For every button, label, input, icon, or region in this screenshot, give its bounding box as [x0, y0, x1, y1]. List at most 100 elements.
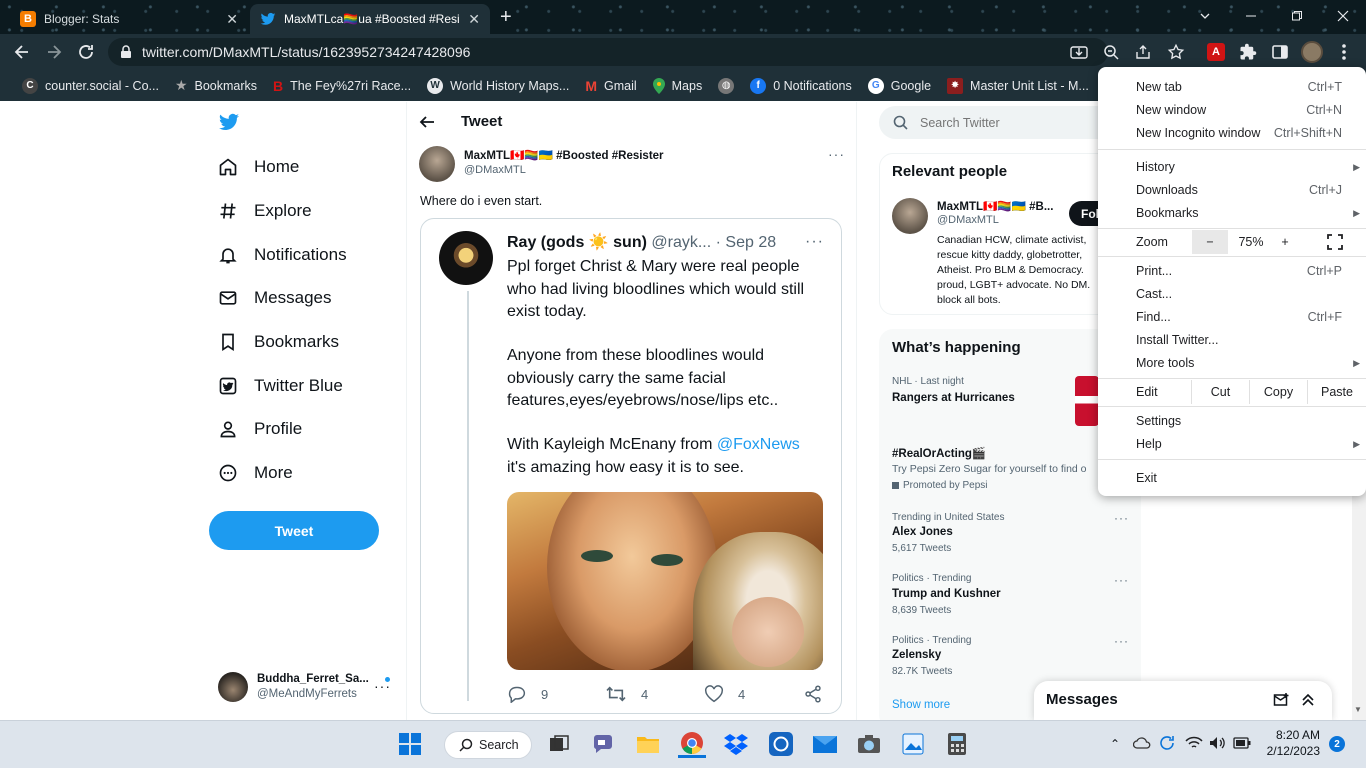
menu-install-twitter[interactable]: Install Twitter...: [1136, 329, 1366, 351]
bookmark-gmail[interactable]: M Gmail: [577, 73, 644, 99]
nav-twitter-blue[interactable]: Twitter Blue: [218, 376, 343, 396]
trend-title[interactable]: Alex Jones: [892, 526, 953, 538]
tweet-button[interactable]: Tweet: [209, 511, 379, 550]
quoted-tweet-image[interactable]: Ray (gods ☀️ sun) @rayk... · Sep 28 ··· …: [420, 218, 842, 714]
bookmark-counter-social[interactable]: Ccounter.social - Co...: [14, 73, 167, 99]
scroll-down-icon[interactable]: ▼: [1354, 705, 1362, 714]
relevant-handle[interactable]: @DMaxMTL: [937, 214, 999, 226]
menu-downloads[interactable]: Downloads Ctrl+J: [1136, 179, 1366, 201]
side-panel-icon[interactable]: [1271, 43, 1289, 61]
account-avatar[interactable]: [218, 672, 248, 702]
file-explorer-icon[interactable]: [634, 730, 662, 758]
share-icon[interactable]: [1135, 44, 1153, 60]
install-app-icon[interactable]: [1070, 44, 1088, 60]
trend-title[interactable]: Zelensky: [892, 649, 941, 661]
profile-avatar[interactable]: [1301, 41, 1323, 63]
relevant-avatar[interactable]: [892, 198, 928, 234]
nav-more[interactable]: More: [218, 463, 293, 483]
bookmark-google[interactable]: G Google: [860, 73, 939, 99]
trend-more-icon[interactable]: ···: [1114, 634, 1129, 648]
menu-settings[interactable]: Settings: [1136, 410, 1366, 432]
author-handle[interactable]: @DMaxMTL: [464, 164, 526, 176]
photos-app-icon[interactable]: [899, 730, 927, 758]
trend-title[interactable]: Trump and Kushner: [892, 588, 1001, 600]
nav-messages[interactable]: Messages: [218, 288, 331, 308]
bookmark-globe[interactable]: ◍: [710, 73, 742, 99]
menu-new-tab[interactable]: New tab Ctrl+T: [1136, 76, 1366, 98]
zoom-in-button[interactable]: +: [1274, 230, 1296, 254]
new-tab-button[interactable]: +: [500, 6, 512, 29]
fullscreen-icon[interactable]: [1327, 234, 1343, 250]
tab-search-icon[interactable]: [1182, 0, 1228, 32]
tab-blogger[interactable]: B Blogger: Stats ✕: [10, 4, 248, 34]
expand-drawer-icon[interactable]: [1300, 692, 1316, 708]
copy-button[interactable]: Copy: [1249, 380, 1307, 404]
back-icon[interactable]: [12, 42, 32, 62]
new-message-icon[interactable]: [1273, 692, 1290, 708]
author-avatar[interactable]: [419, 146, 455, 182]
chrome-taskbar-icon[interactable]: [678, 730, 706, 758]
menu-new-window[interactable]: New window Ctrl+N: [1136, 99, 1366, 121]
bookmark-feyri[interactable]: B The Fey%27ri Race...: [265, 73, 419, 99]
show-more-link[interactable]: Show more: [892, 699, 950, 711]
trend-title[interactable]: #RealOrActing🎬: [892, 446, 986, 460]
camera-app-icon[interactable]: [855, 730, 883, 758]
trend-more-icon[interactable]: ···: [1114, 511, 1129, 525]
zoom-icon[interactable]: [1103, 44, 1119, 60]
bookmark-maps[interactable]: Maps: [645, 73, 711, 99]
search-input[interactable]: [920, 115, 1090, 130]
twitter-logo-icon[interactable]: [218, 113, 240, 133]
signal-app-icon[interactable]: [767, 730, 795, 758]
lock-icon[interactable]: [120, 45, 132, 59]
trend-title[interactable]: Rangers at Hurricanes: [892, 392, 1015, 404]
account-name[interactable]: Buddha_Ferret_Sa...: [257, 673, 369, 685]
messages-drawer-title[interactable]: Messages: [1046, 691, 1118, 708]
address-bar[interactable]: twitter.com/DMaxMTL/status/1623952734247…: [108, 38, 1108, 66]
notification-badge[interactable]: 2: [1329, 736, 1345, 752]
menu-history[interactable]: History ▶: [1136, 156, 1366, 178]
author-name[interactable]: MaxMTL🇨🇦🏳️‍🌈🇺🇦 #Boosted #Resister: [464, 148, 664, 162]
menu-bookmarks[interactable]: Bookmarks ▶: [1136, 202, 1366, 224]
onedrive-icon[interactable]: [1133, 736, 1151, 750]
clock-time[interactable]: 8:20 AM: [1262, 728, 1320, 742]
teams-chat-icon[interactable]: [589, 730, 617, 758]
adobe-pdf-icon[interactable]: A: [1207, 43, 1225, 61]
bookmark-master-unit-list[interactable]: ✸ Master Unit List - M...: [939, 73, 1097, 99]
wifi-icon[interactable]: [1185, 736, 1203, 750]
relevant-name[interactable]: MaxMTL🇨🇦🏳️‍🌈🇺🇦 #B...: [937, 199, 1053, 213]
menu-help[interactable]: Help ▶: [1136, 433, 1366, 455]
restore-button[interactable]: [1274, 0, 1320, 32]
menu-more-tools[interactable]: More tools ▶: [1136, 352, 1366, 374]
windows-start-icon[interactable]: [396, 730, 424, 758]
minimize-button[interactable]: [1228, 0, 1274, 32]
account-handle[interactable]: @MeAndMyFerrets: [257, 688, 357, 700]
nav-bookmarks[interactable]: Bookmarks: [218, 332, 339, 352]
forward-icon[interactable]: [44, 42, 64, 62]
volume-icon[interactable]: [1209, 736, 1227, 750]
sync-icon[interactable]: [1158, 734, 1176, 752]
bookmark-facebook[interactable]: f 0 Notifications: [742, 73, 860, 99]
bookmark-folder-bookmarks[interactable]: ★ Bookmarks: [167, 73, 265, 99]
nav-notifications[interactable]: Notifications: [218, 245, 347, 265]
taskbar-search[interactable]: Search: [444, 731, 532, 759]
clock-date[interactable]: 2/12/2023: [1262, 744, 1320, 758]
calculator-app-icon[interactable]: [943, 730, 971, 758]
paste-button[interactable]: Paste: [1307, 380, 1366, 404]
menu-exit[interactable]: Exit: [1136, 467, 1366, 489]
menu-cast[interactable]: Cast...: [1136, 283, 1366, 305]
url-text[interactable]: twitter.com/DMaxMTL/status/1623952734247…: [142, 44, 470, 60]
back-arrow-icon[interactable]: [418, 114, 436, 130]
tweet-more-icon[interactable]: ···: [828, 146, 845, 162]
tab-twitter[interactable]: MaxMTLca🏳️‍🌈ua #Boosted #Resi ✕: [250, 4, 490, 34]
bookmark-star-icon[interactable]: [1167, 43, 1185, 61]
nav-explore[interactable]: Explore: [218, 201, 312, 221]
nav-profile[interactable]: Profile: [218, 419, 302, 439]
battery-icon[interactable]: [1233, 737, 1251, 749]
close-window-button[interactable]: [1320, 0, 1366, 32]
zoom-out-button[interactable]: −: [1192, 230, 1228, 254]
close-tab-icon[interactable]: ✕: [468, 11, 480, 28]
task-view-icon[interactable]: [545, 730, 573, 758]
cut-button[interactable]: Cut: [1191, 380, 1249, 404]
close-tab-icon[interactable]: ✕: [226, 11, 238, 28]
menu-find[interactable]: Find... Ctrl+F: [1136, 306, 1366, 328]
